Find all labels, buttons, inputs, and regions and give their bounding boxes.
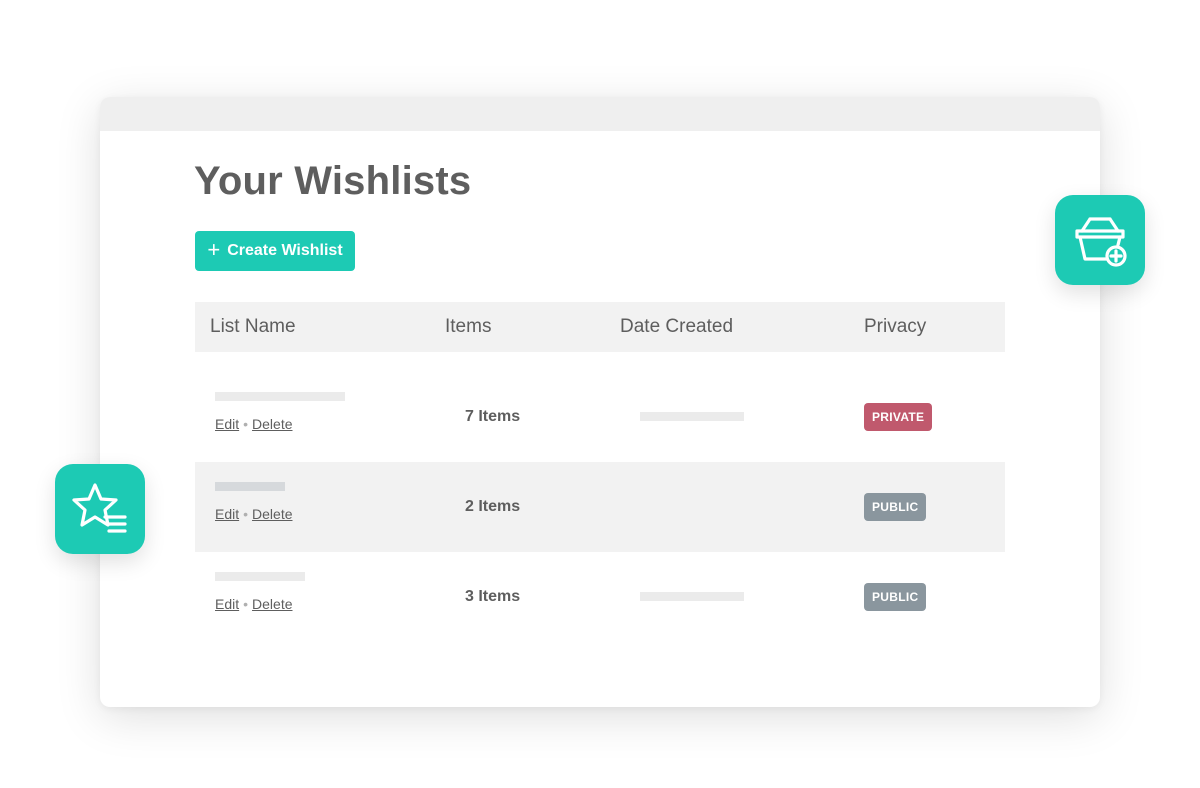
column-header-items: Items [445,316,492,337]
column-header-date-created: Date Created [620,316,734,337]
star-list-icon [55,464,145,554]
table-row: Edit • Delete 7 Items PRIVATE [195,372,1005,462]
separator-dot: • [243,506,249,522]
separator-dot: • [243,416,249,432]
basket-add-icon [1055,195,1145,285]
separator-dot: • [243,596,249,612]
list-name-placeholder [215,392,345,401]
column-header-privacy: Privacy [864,316,927,337]
privacy-badge: PUBLIC [864,493,927,521]
row-actions: Edit • Delete [215,596,293,612]
edit-link[interactable]: Edit [215,416,239,432]
list-name-placeholder [215,482,285,491]
item-count: 7 Items [465,408,521,425]
table-row: Edit • Delete 2 Items PUBLIC [195,462,1005,552]
date-created-placeholder [640,412,744,421]
table-header: List Name Items Date Created Privacy [195,302,1005,352]
window-titlebar [100,97,1100,131]
list-name-placeholder [215,572,305,581]
table-row: Edit • Delete 3 Items PUBLIC [195,552,1005,642]
row-actions: Edit • Delete [215,506,293,522]
privacy-badge: PRIVATE [864,403,933,431]
wishlist-table: List Name Items Date Created Privacy Edi… [195,302,1005,642]
item-count: 2 Items [465,498,521,515]
stage: Your Wishlists + Create Wishlist List Na… [0,0,1200,788]
delete-link[interactable]: Delete [252,506,292,522]
date-created-placeholder [640,592,744,601]
delete-link[interactable]: Delete [252,596,292,612]
column-header-list-name: List Name [210,316,296,337]
create-wishlist-label: Create Wishlist [227,242,343,259]
delete-link[interactable]: Delete [252,416,292,432]
edit-link[interactable]: Edit [215,506,239,522]
create-wishlist-button[interactable]: + Create Wishlist [195,231,355,271]
edit-link[interactable]: Edit [215,596,239,612]
item-count: 3 Items [465,588,521,605]
plus-icon: + [207,237,221,262]
privacy-badge: PUBLIC [864,583,927,611]
app-window: Your Wishlists + Create Wishlist List Na… [100,97,1100,707]
row-actions: Edit • Delete [215,416,293,432]
page-title: Your Wishlists [194,159,472,203]
